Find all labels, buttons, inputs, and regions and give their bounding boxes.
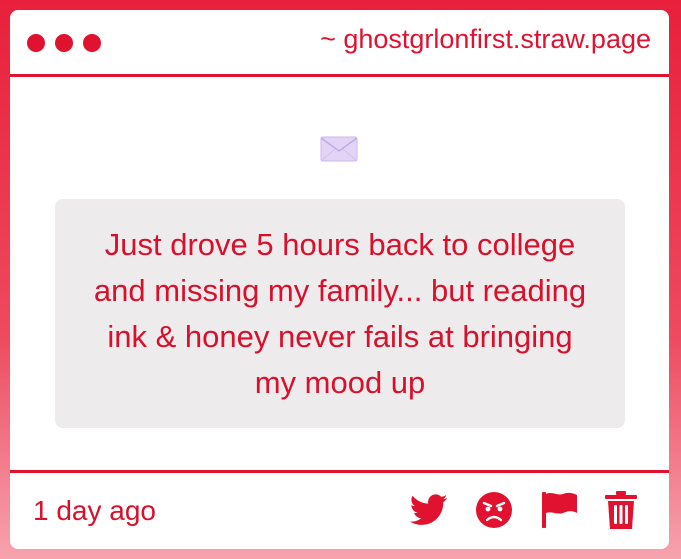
timestamp: 1 day ago [33, 495, 156, 526]
window-dot-3[interactable] [83, 34, 101, 52]
message-card: Just drove 5 hours back to college and m… [55, 199, 625, 428]
footer-bar: 1 day ago [10, 473, 669, 549]
action-icons [410, 491, 637, 529]
window-dot-2[interactable] [55, 34, 73, 52]
app-window: ~ ghostgrlonfirst.straw.page Just drove … [10, 10, 669, 549]
twitter-icon[interactable] [410, 494, 448, 526]
message-area: Just drove 5 hours back to college and m… [10, 77, 669, 470]
envelope-icon [320, 136, 358, 162]
message-text: Just drove 5 hours back to college and m… [93, 226, 587, 400]
title-bar: ~ ghostgrlonfirst.straw.page [10, 10, 669, 77]
trash-icon[interactable] [605, 491, 637, 529]
flag-icon[interactable] [540, 491, 578, 529]
window-dot-1[interactable] [27, 34, 45, 52]
angry-face-icon[interactable] [475, 491, 513, 529]
window-controls [27, 34, 101, 52]
site-url[interactable]: ~ ghostgrlonfirst.straw.page [320, 24, 651, 55]
